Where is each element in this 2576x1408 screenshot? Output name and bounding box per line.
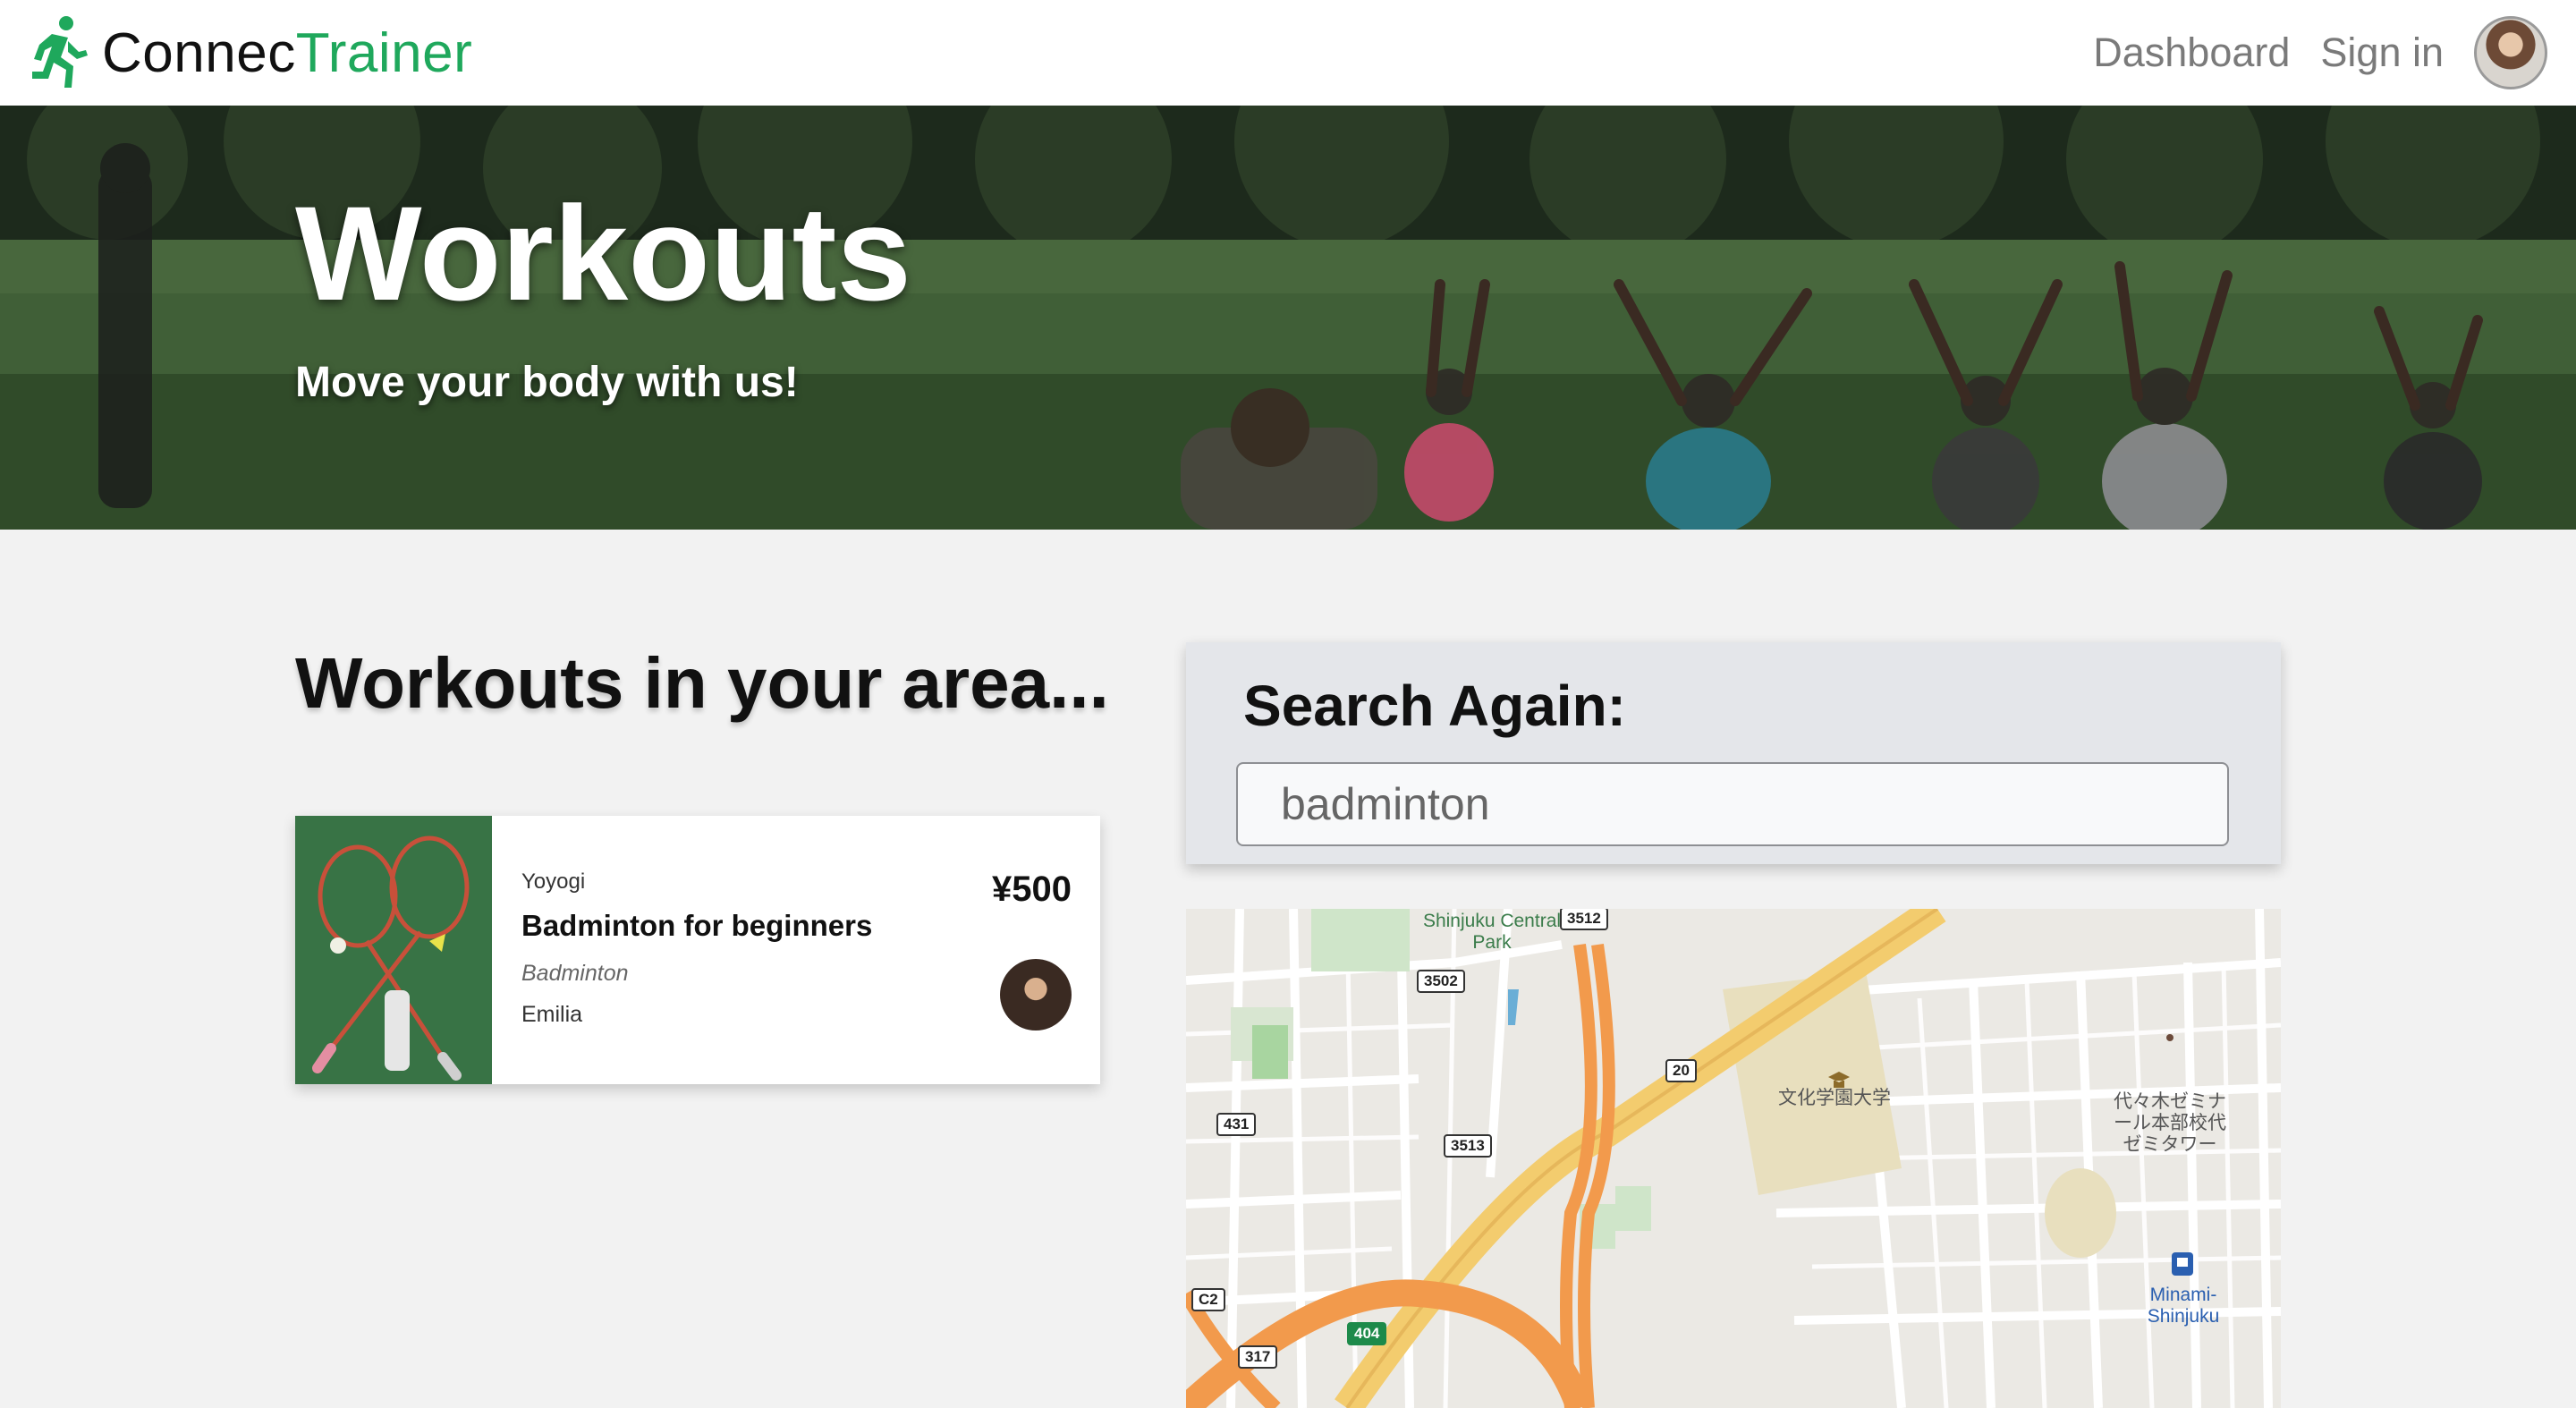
trainer-avatar	[1000, 959, 1072, 1031]
runner-icon	[32, 16, 88, 88]
brand-name-part2: Trainer	[295, 21, 473, 84]
brand-name: ConnecTrainer	[102, 21, 472, 85]
route-shield: 404	[1347, 1322, 1387, 1345]
search-heading: Search Again:	[1243, 674, 1626, 738]
workout-card-body: Yoyogi Badminton for beginners Badminton…	[492, 816, 1100, 1084]
hero-title: Workouts	[295, 178, 911, 328]
hero-subtitle: Move your body with us!	[295, 359, 799, 406]
workout-trainer-name: Emilia	[521, 1002, 583, 1027]
user-avatar[interactable]	[2474, 16, 2547, 89]
nav-links: Dashboard Sign in	[2093, 0, 2576, 106]
route-shield: 3502	[1417, 970, 1465, 993]
nav-sign-in-link[interactable]: Sign in	[2320, 30, 2444, 76]
workout-location: Yoyogi	[521, 869, 586, 894]
map-label-school: 代々木ゼミナール本部校代ゼミタワー	[2114, 1091, 2226, 1156]
nav-dashboard-link[interactable]: Dashboard	[2093, 30, 2290, 76]
map[interactable]: Shinjuku Central Park 文化学園大学 代々木ゼミナール本部校…	[1186, 909, 2281, 1408]
route-shield: C2	[1191, 1288, 1225, 1311]
map-label-station: Minami-Shinjuku	[2147, 1285, 2220, 1327]
brand-name-part1: Connec	[102, 21, 296, 84]
hero-banner: Workouts Move your body with us!	[0, 106, 2576, 530]
results-heading: Workouts in your area...	[295, 643, 1109, 723]
route-shield: 3513	[1444, 1134, 1492, 1158]
route-shield: 3512	[1560, 909, 1608, 930]
navbar: ConnecTrainer Dashboard Sign in	[0, 0, 2576, 106]
workout-card[interactable]: Yoyogi Badminton for beginners Badminton…	[295, 816, 1100, 1084]
route-shield: 431	[1216, 1113, 1257, 1136]
route-shield: 20	[1665, 1059, 1697, 1082]
route-shield: 317	[1238, 1345, 1278, 1369]
badminton-rackets-image	[295, 816, 492, 1084]
search-panel: Search Again:	[1186, 642, 2281, 864]
workout-card-image	[295, 816, 492, 1084]
workout-price: ¥500	[992, 869, 1072, 909]
map-label-university: 文化学園大学	[1778, 1088, 1891, 1108]
map-label-park: Shinjuku Central Park	[1422, 911, 1562, 954]
search-input[interactable]	[1236, 762, 2229, 846]
workout-title[interactable]: Badminton for beginners	[521, 909, 872, 943]
brand-logo[interactable]: ConnecTrainer	[25, 13, 472, 93]
workout-sport: Badminton	[521, 961, 629, 986]
